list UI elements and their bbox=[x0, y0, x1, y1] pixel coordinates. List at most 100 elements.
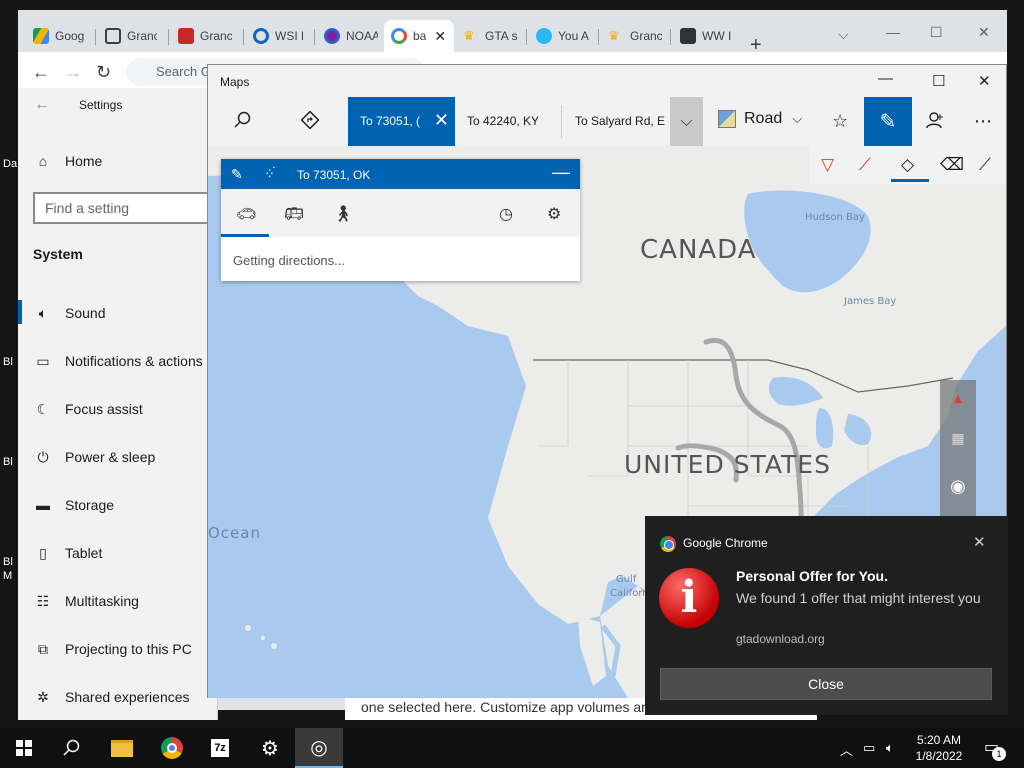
minimize-panel-icon[interactable]: — bbox=[552, 162, 570, 183]
chrome-tab[interactable]: Goog bbox=[26, 20, 92, 52]
desktop-icon-label[interactable]: Bl bbox=[3, 456, 13, 469]
maps-titlebar: Maps — ☐ ✕ bbox=[208, 65, 1006, 97]
desktop-icon-label[interactable]: Da bbox=[3, 158, 17, 171]
close-icon[interactable]: ✕ bbox=[978, 72, 991, 90]
travel-mode-bar: 🚗︎ 🚌︎ 🚶︎ ◷ ⚙ bbox=[221, 189, 580, 237]
gear-icon[interactable]: ⚙ bbox=[547, 204, 561, 224]
search-button[interactable] bbox=[48, 728, 96, 768]
location-icon[interactable]: ◉ bbox=[940, 476, 976, 497]
search-icon bbox=[63, 739, 80, 756]
settings-item-focus-assist[interactable]: ☾ Focus assist bbox=[34, 400, 143, 418]
chrome-tab[interactable]: WSI L bbox=[246, 20, 310, 52]
route-tab[interactable]: To 42240, KY bbox=[455, 97, 561, 146]
windows-ink-button[interactable]: ✎ bbox=[864, 97, 912, 146]
minimize-icon[interactable]: — bbox=[886, 24, 900, 40]
notification-close-button[interactable]: Close bbox=[660, 668, 992, 700]
taskbar-clock[interactable]: 5:20 AM 1/8/2022 bbox=[908, 732, 970, 764]
close-route-icon[interactable]: ✕ bbox=[434, 110, 449, 131]
maximize-icon[interactable]: ☐ bbox=[932, 72, 945, 90]
settings-item-projecting[interactable]: ⧉ Projecting to this PC bbox=[34, 640, 192, 658]
settings-title: Settings bbox=[79, 98, 123, 112]
7zip-taskbar-button[interactable]: 7z bbox=[196, 728, 244, 768]
island bbox=[261, 636, 265, 640]
clock-icon[interactable]: ◷ bbox=[499, 204, 513, 224]
settings-item-shared-experiences[interactable]: ✲ Shared experiences bbox=[34, 688, 189, 706]
moon-icon: ☾ bbox=[36, 400, 50, 417]
island bbox=[271, 643, 277, 649]
crown-icon: ♛ bbox=[463, 28, 475, 43]
gear-icon: ⚙ bbox=[261, 737, 279, 760]
account-icon[interactable] bbox=[926, 111, 944, 134]
settings-item-tablet[interactable]: ▯ Tablet bbox=[34, 544, 102, 562]
7zip-icon: 7z bbox=[211, 739, 229, 757]
search-icon[interactable] bbox=[234, 111, 252, 134]
ballpoint-pen-icon[interactable]: ▽ bbox=[821, 155, 834, 175]
measure-distance-icon[interactable]: ⟋ bbox=[859, 155, 871, 175]
favorites-icon[interactable]: ☆ bbox=[832, 111, 848, 132]
maximize-icon[interactable]: ☐ bbox=[930, 24, 943, 41]
show-hidden-icons-chevron-icon[interactable]: ︿ bbox=[840, 740, 853, 759]
chrome-tab[interactable]: Granc bbox=[98, 20, 164, 52]
close-tab-icon[interactable]: ✕ bbox=[434, 28, 446, 45]
maps-title: Maps bbox=[220, 75, 250, 89]
chrome-tab[interactable]: You A bbox=[529, 20, 597, 52]
chrome-taskbar-button[interactable] bbox=[148, 728, 196, 768]
forward-arrow-icon[interactable]: → bbox=[64, 62, 82, 83]
chrome-tab[interactable]: ♛ GTA s bbox=[456, 20, 524, 52]
close-icon[interactable]: ✕ bbox=[978, 24, 990, 41]
directions-icon[interactable] bbox=[300, 110, 320, 134]
loading-spinner-icon: ·:·˙ bbox=[265, 164, 277, 180]
settings-home[interactable]: ⌂ Home bbox=[34, 152, 103, 170]
more-tabs-chevron-icon[interactable]: ⌵ bbox=[670, 97, 703, 146]
chrome-tab[interactable]: NOAA bbox=[317, 20, 385, 52]
tab-divider bbox=[561, 105, 562, 138]
file-explorer-button[interactable] bbox=[98, 728, 146, 768]
walk-icon[interactable]: 🚶︎ bbox=[333, 204, 353, 224]
chrome-tab[interactable]: ♛ Granc bbox=[601, 20, 669, 52]
tab-divider bbox=[314, 29, 315, 45]
back-arrow-icon[interactable]: ← bbox=[34, 96, 50, 114]
notification-icon: ▭ bbox=[36, 352, 50, 369]
tab-search-icon[interactable]: ⌵ bbox=[838, 26, 849, 43]
minimize-icon[interactable]: — bbox=[878, 70, 893, 87]
desktop-icon-label[interactable]: M bbox=[3, 570, 12, 583]
settings-item-multitasking[interactable]: ☷ Multitasking bbox=[34, 592, 139, 610]
settings-item-label: Storage bbox=[65, 497, 115, 513]
close-icon[interactable]: ✕ bbox=[973, 533, 986, 551]
chrome-tab-label: Granc bbox=[200, 29, 232, 43]
car-icon[interactable]: 🚗︎ bbox=[236, 204, 256, 224]
eraser-icon[interactable]: ⌫ bbox=[940, 155, 964, 175]
chrome-tab-active[interactable]: ba ✕ bbox=[384, 20, 454, 52]
chrome-tab[interactable]: Granc bbox=[171, 20, 239, 52]
reload-icon[interactable]: ↻ bbox=[96, 62, 111, 83]
desktop-icon-label[interactable]: Bl bbox=[3, 556, 13, 569]
network-icon[interactable]: ▭ bbox=[863, 740, 875, 756]
desktop-icon-label[interactable]: Bl bbox=[3, 356, 13, 369]
notification-app-name: Google Chrome bbox=[683, 536, 768, 550]
volume-muted-icon[interactable]: 🔈︎ bbox=[886, 740, 894, 756]
compass-icon[interactable]: ▲ bbox=[940, 390, 976, 406]
omnibox-placeholder: Search G bbox=[156, 64, 211, 79]
settings-item-power-sleep[interactable]: ⏻ Power & sleep bbox=[34, 448, 155, 466]
chrome-tab[interactable]: WW I bbox=[673, 20, 741, 52]
route-tab-active[interactable]: To 73051, ( ✕ bbox=[348, 97, 455, 146]
ruler-icon[interactable]: ⟋ bbox=[979, 155, 991, 175]
bus-icon[interactable]: 🚌︎ bbox=[284, 204, 304, 224]
start-button[interactable] bbox=[0, 728, 48, 768]
tilt-grid-icon[interactable]: ▦ bbox=[940, 430, 976, 447]
maps-taskbar-button[interactable]: ◎ bbox=[295, 728, 343, 768]
back-arrow-icon[interactable]: ← bbox=[32, 62, 50, 83]
settings-item-sound[interactable]: 🔈︎ Sound bbox=[34, 304, 106, 322]
chrome-notification[interactable]: Google Chrome ✕ i Personal Offer for You… bbox=[645, 516, 1008, 715]
more-options-icon[interactable]: ⋯ bbox=[974, 111, 992, 132]
settings-item-label: Focus assist bbox=[65, 401, 143, 417]
map-style-button[interactable]: Road ⌵ bbox=[718, 110, 802, 128]
chrome-tab-label: NOAA bbox=[346, 29, 378, 43]
settings-item-storage[interactable]: ▬ Storage bbox=[34, 496, 114, 514]
draw-directions-icon[interactable]: ◇ bbox=[901, 155, 914, 175]
settings-taskbar-button[interactable]: ⚙ bbox=[246, 728, 294, 768]
edit-pencil-icon[interactable]: ✎ bbox=[231, 166, 243, 183]
settings-item-notifications[interactable]: ▭ Notifications & actions bbox=[34, 352, 202, 370]
find-setting-input[interactable]: Find a setting bbox=[33, 192, 223, 224]
route-tab[interactable]: To Salyard Rd, E bbox=[563, 97, 670, 146]
